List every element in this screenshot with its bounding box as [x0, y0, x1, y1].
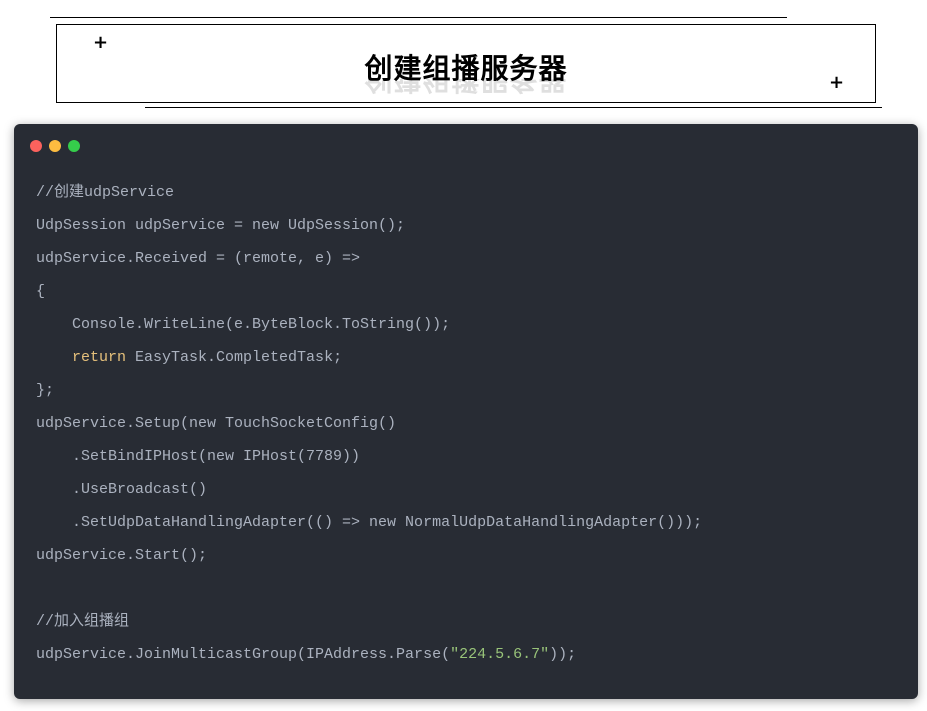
code-text: udpService.Received = (remote, e) =>: [36, 250, 361, 267]
minimize-dot-icon: [49, 140, 61, 152]
code-string: "224.5.6.7": [450, 646, 550, 663]
code-line: UdpSession udpService = new UdpSession()…: [36, 209, 702, 242]
title-banner: + + 创建组播服务器 创建组播服务器: [56, 24, 876, 103]
code-text: {: [36, 283, 46, 300]
code-line: {: [36, 275, 702, 308]
code-text: .UseBroadcast(): [36, 481, 208, 498]
code-text: udpService.JoinMulticastGroup(IPAddress.…: [36, 646, 451, 663]
title-reflection: 创建组播服务器: [364, 79, 568, 96]
code-line: //加入组播组: [36, 605, 702, 638]
code-line: udpService.Received = (remote, e) =>: [36, 242, 702, 275]
code-text: EasyTask.CompletedTask;: [126, 349, 343, 366]
code-line: udpService.JoinMulticastGroup(IPAddress.…: [36, 638, 702, 671]
code-text: .SetBindIPHost(new IPHost(7789)): [36, 448, 361, 465]
code-text: ));: [549, 646, 577, 663]
code-line: };: [36, 374, 702, 407]
code-text: udpService.Setup(new TouchSocketConfig(): [36, 415, 397, 432]
code-block: //创建udpService UdpSession udpService = ne…: [36, 176, 702, 671]
bottom-divider: [145, 107, 882, 108]
code-line: udpService.Setup(new TouchSocketConfig(): [36, 407, 702, 440]
code-window: //创建udpService UdpSession udpService = ne…: [14, 124, 918, 699]
code-text: Console.WriteLine(e.ByteBlock.ToString()…: [36, 316, 451, 333]
top-divider: [50, 17, 787, 18]
close-dot-icon: [30, 140, 42, 152]
code-text: //创建udpService: [36, 184, 175, 201]
code-keyword: return: [72, 349, 127, 366]
code-text: .SetUdpDataHandlingAdapter(() => new Nor…: [36, 514, 703, 531]
code-text: UdpSession udpService = new UdpSession()…: [36, 217, 406, 234]
code-line: //创建udpService: [36, 176, 702, 209]
code-line: Console.WriteLine(e.ByteBlock.ToString()…: [36, 308, 702, 341]
code-text: //加入组播组: [36, 613, 130, 630]
code-line: return EasyTask.CompletedTask;: [36, 341, 702, 374]
code-text: };: [36, 382, 55, 399]
maximize-dot-icon: [68, 140, 80, 152]
code-line: .SetUdpDataHandlingAdapter(() => new Nor…: [36, 506, 702, 539]
code-text: udpService.Start();: [36, 547, 208, 564]
code-line: .UseBroadcast(): [36, 473, 702, 506]
code-line: .SetBindIPHost(new IPHost(7789)): [36, 440, 702, 473]
code-line: udpService.Start();: [36, 539, 702, 572]
